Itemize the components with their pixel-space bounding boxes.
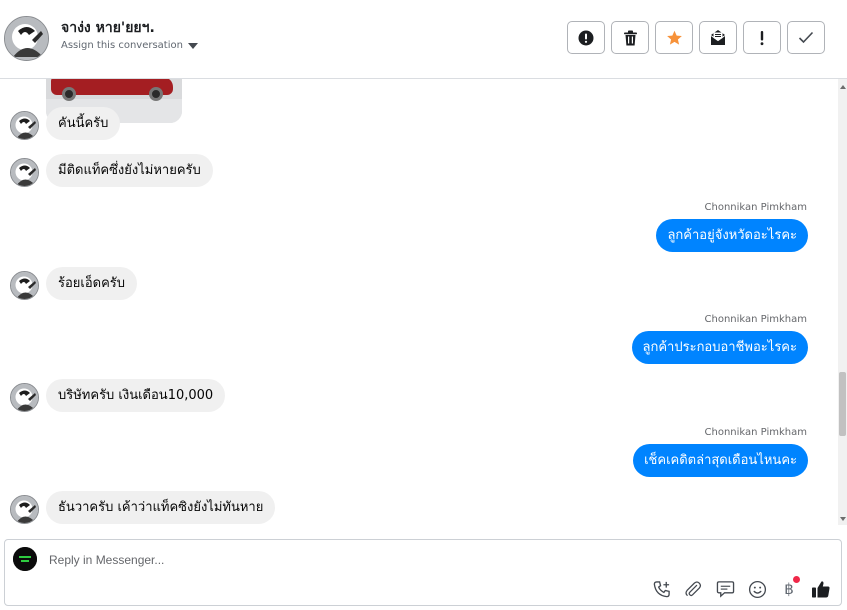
important-button[interactable] [743,21,781,54]
star-button[interactable] [655,21,693,54]
page-avatar [13,547,37,571]
contact-name: จาง่ง หาย'ยยฯ. [61,20,155,36]
contact-avatar-small [10,383,39,412]
phone-plus-icon [653,580,670,597]
delete-button[interactable] [611,21,649,54]
envelope-open-icon [710,30,726,45]
emoji-button[interactable] [745,577,769,601]
scroll-up-arrow-icon[interactable] [840,85,846,89]
contact-avatar-small [10,111,39,140]
checkmark-icon [798,31,814,44]
composer-tools: ฿ [649,576,833,601]
baht-icon: ฿ [784,580,794,598]
star-icon [666,30,682,45]
thumbs-up-icon [812,581,830,598]
reply-input[interactable] [49,550,749,570]
exclamation-icon [760,30,764,45]
header-actions [567,21,825,54]
caret-down-icon [187,42,198,49]
scrollbar-thumb[interactable] [839,372,846,436]
chat-bubble-icon [716,581,734,598]
mark-unread-button[interactable] [699,21,737,54]
paperclip-icon [685,581,702,597]
conversation-header: จาง่ง หาย'ยยฯ. Assign this conversation [0,0,847,79]
contact-avatar[interactable] [4,16,49,61]
smiley-icon [748,580,766,598]
message-bubble-incoming[interactable]: คันนี้ครับ [46,107,121,140]
message-bubble-incoming[interactable]: มีติดแท็คซึ่งยังไม่หายครับ [46,154,213,187]
contact-avatar-small [10,495,39,524]
mark-done-button[interactable] [787,21,825,54]
trash-icon [623,30,637,45]
payment-button[interactable]: ฿ [777,576,801,601]
contact-avatar-small [10,158,39,187]
message-bubble-incoming[interactable]: ธันวาครับ เค้าว่าแท็คซิงยังไม่ทันหาย [46,491,276,524]
saved-replies-button[interactable] [713,577,737,601]
assign-label: Assign this conversation [61,40,183,51]
call-button[interactable] [649,577,673,601]
notification-dot [793,576,800,583]
message-bubble-outgoing[interactable]: เช็คเคดิตล่าสุดเดือนไหนคะ [633,444,808,477]
alert-circle-icon [578,30,594,45]
message-list[interactable]: คันนี้ครับ มีติดแท็คซึ่งยังไม่หายครับ Ch… [0,79,838,525]
reply-composer: ฿ [4,539,842,606]
assign-conversation-dropdown[interactable]: Assign this conversation [61,40,198,51]
message-list-scrollbar[interactable] [838,79,847,525]
sender-name: Chonnikan Pimkham [704,202,807,213]
message-bubble-outgoing[interactable]: ลูกค้าประกอบอาชีพอะไรคะ [631,331,808,364]
attach-button[interactable] [681,577,705,601]
message-bubble-incoming[interactable]: ร้อยเอ็ดครับ [46,267,138,300]
message-bubble-incoming[interactable]: บริษัทครับ เงินเดือน10,000 [46,379,226,412]
like-button[interactable] [809,577,833,601]
scroll-down-arrow-icon[interactable] [840,517,846,521]
sender-name: Chonnikan Pimkham [704,314,807,325]
sender-name: Chonnikan Pimkham [704,427,807,438]
report-spam-button[interactable] [567,21,605,54]
message-bubble-outgoing[interactable]: ลูกค้าอยู่จังหวัดอะไรคะ [656,219,808,252]
contact-avatar-small [10,271,39,300]
